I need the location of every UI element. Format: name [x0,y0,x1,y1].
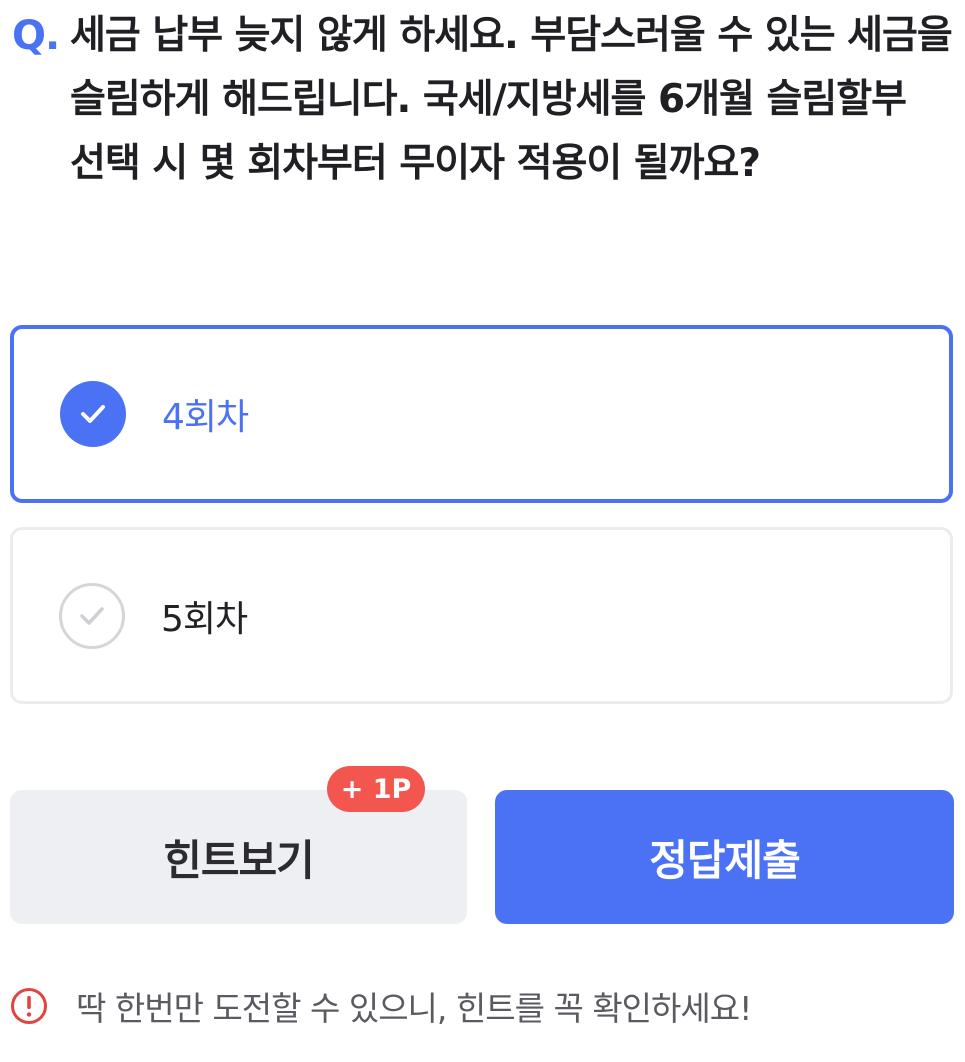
check-icon [60,381,126,447]
answer-option-2[interactable]: 5회차 [10,527,953,704]
notice-text: 딱 한번만 도전할 수 있으니, 힌트를 꼭 확인하세요! [76,989,752,1028]
answer-option-2-label: 5회차 [161,598,248,640]
question-prefix: Q. [12,13,60,59]
submit-button-label: 정답제출 [649,835,801,885]
answer-option-1[interactable]: 4회차 [10,325,953,503]
hint-button-label: 힌트보기 [163,835,315,885]
notice: 딱 한번만 도전할 수 있으니, 힌트를 꼭 확인하세요! [10,982,752,1030]
answer-option-1-label: 4회차 [162,397,249,438]
submit-answer-button[interactable]: 정답제출 [495,790,954,924]
hint-point-badge: + 1P [327,766,425,812]
question-text: 세금 납부 늦지 않게 하세요. 부담스러울 수 있는 세금을 슬림하게 해드립… [70,13,953,186]
warning-icon [11,988,47,1024]
question: Q. 세금 납부 늦지 않게 하세요. 부담스러울 수 있는 세금을 슬림하게 … [12,4,957,196]
check-icon [59,582,125,649]
